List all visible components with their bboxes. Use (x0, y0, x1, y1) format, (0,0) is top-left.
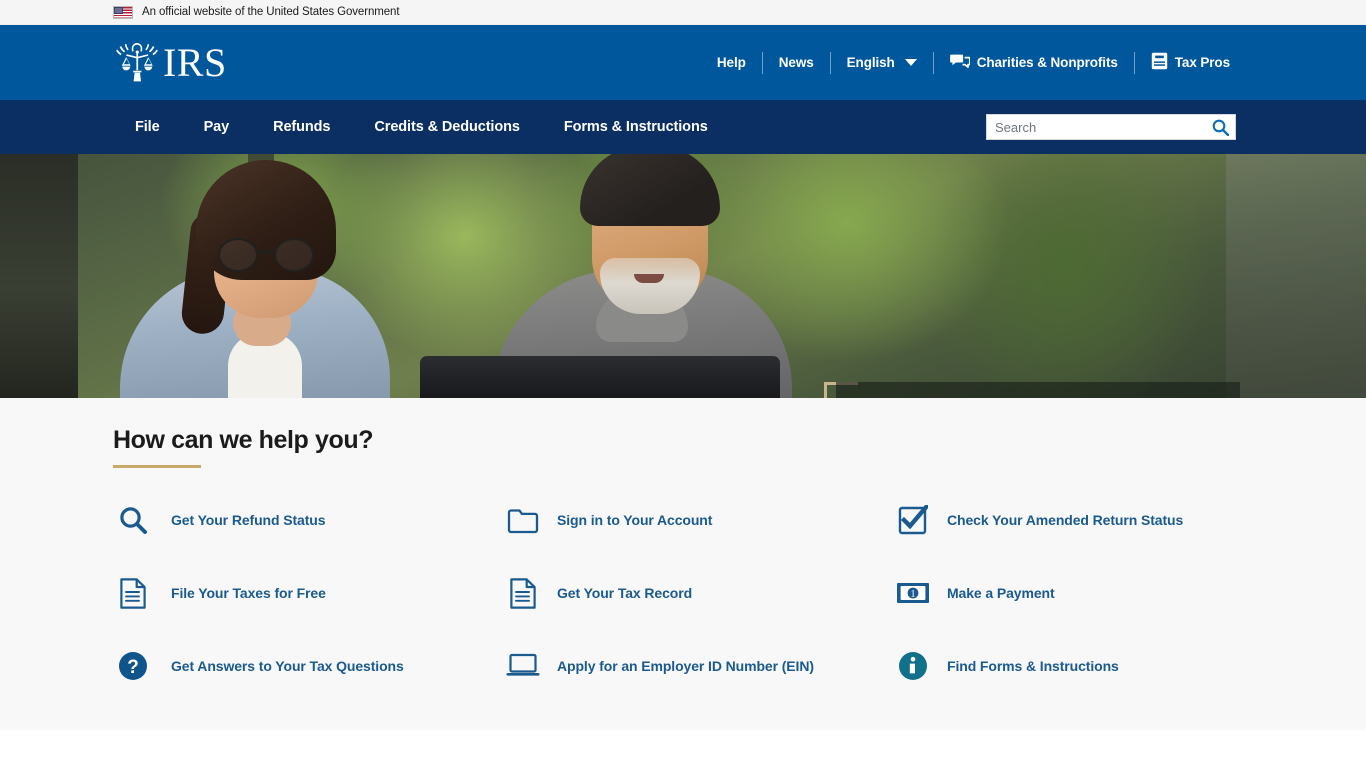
help-link-find-forms[interactable]: Find Forms & Instructions (893, 646, 1283, 686)
help-link-label: Get Answers to Your Tax Questions (171, 658, 404, 674)
irs-logo-text: IRS (163, 39, 227, 85)
question-circle-icon: ? (113, 646, 153, 686)
language-selector[interactable]: English (831, 55, 933, 70)
search-box[interactable] (986, 114, 1236, 140)
document-icon (503, 573, 543, 613)
help-link-make-payment[interactable]: 1 Make a Payment (893, 573, 1283, 613)
search-icon (1212, 119, 1229, 136)
nav-item-pay[interactable]: Pay (182, 119, 252, 135)
document-icon (113, 573, 153, 613)
chevron-down-icon (904, 59, 917, 66)
nav-item-credits-deductions[interactable]: Credits & Deductions (352, 119, 541, 135)
hero-headline-line-1: Helping people understand and (852, 396, 1224, 398)
info-circle-icon (893, 646, 933, 686)
util-nav-news-label: News (778, 55, 814, 70)
language-selector-label: English (846, 55, 895, 70)
search-input[interactable] (987, 115, 1205, 139)
util-nav-news[interactable]: News (763, 55, 830, 70)
util-nav-help-label: Help (716, 55, 746, 70)
folder-icon (503, 500, 543, 540)
help-link-file-free[interactable]: File Your Taxes for Free (113, 573, 503, 613)
nav-item-forms-instructions[interactable]: Forms & Instructions (542, 119, 730, 135)
us-flag-icon (113, 5, 133, 19)
help-link-label: Get Your Refund Status (171, 512, 326, 528)
help-link-refund-status[interactable]: Get Your Refund Status (113, 500, 503, 540)
help-link-label: Find Forms & Instructions (947, 658, 1119, 674)
page-title: How can we help you? (113, 426, 374, 454)
help-link-tax-record[interactable]: Get Your Tax Record (503, 573, 893, 613)
util-nav-charities[interactable]: Charities & Nonprofits (934, 53, 1134, 73)
help-link-sign-in[interactable]: Sign in to Your Account (503, 500, 893, 540)
gov-banner-text: An official website of the United States… (142, 6, 400, 18)
help-link-label: File Your Taxes for Free (171, 585, 326, 601)
help-link-label: Get Your Tax Record (557, 585, 693, 601)
help-link-label: Apply for an Employer ID Number (EIN) (557, 658, 814, 674)
gov-banner: An official website of the United States… (0, 0, 1366, 25)
title-underline-accent (113, 465, 201, 468)
help-links-grid: Get Your Refund Status Sign in to Your A… (113, 500, 1366, 686)
help-link-tax-questions[interactable]: ? Get Answers to Your Tax Questions (113, 646, 503, 686)
utility-nav: Help News English Charities & Nonprofits (701, 25, 1246, 100)
util-nav-taxpros[interactable]: Tax Pros (1135, 52, 1246, 73)
util-nav-help[interactable]: Help (701, 55, 762, 70)
main-nav: File Pay Refunds Credits & Deductions Fo… (0, 100, 1366, 154)
help-section: How can we help you? Get Your Refund Sta… (0, 398, 1366, 730)
util-nav-charities-label: Charities & Nonprofits (976, 55, 1118, 70)
svg-text:1: 1 (911, 589, 916, 600)
help-link-apply-ein[interactable]: Apply for an Employer ID Number (EIN) (503, 646, 893, 686)
checkbox-check-icon (893, 500, 933, 540)
hero-photo (0, 154, 1366, 398)
nav-item-file[interactable]: File (113, 119, 182, 135)
book-icon (1151, 52, 1168, 73)
help-link-label: Sign in to Your Account (557, 512, 713, 528)
help-link-label: Make a Payment (947, 585, 1055, 601)
site-header: IRS Help News English Charities & Nonpro… (0, 25, 1366, 100)
help-link-amended-return[interactable]: Check Your Amended Return Status (893, 500, 1283, 540)
laptop-icon (503, 646, 543, 686)
hero-headline: Helping people understand and meet their… (836, 382, 1240, 398)
svg-text:?: ? (127, 657, 139, 678)
irs-logo-link[interactable]: IRS (113, 40, 227, 86)
irs-eagle-scales-logo (113, 40, 165, 86)
search-button[interactable] (1205, 115, 1235, 139)
search-icon (113, 500, 153, 540)
hero-banner: Helping people understand and meet their… (0, 154, 1366, 398)
banknote-icon: 1 (893, 573, 933, 613)
util-nav-taxpros-label: Tax Pros (1174, 55, 1230, 70)
nav-item-refunds[interactable]: Refunds (251, 119, 352, 135)
main-nav-items: File Pay Refunds Credits & Deductions Fo… (113, 119, 730, 135)
speech-bubbles-icon (949, 53, 971, 73)
help-link-label: Check Your Amended Return Status (947, 512, 1184, 528)
